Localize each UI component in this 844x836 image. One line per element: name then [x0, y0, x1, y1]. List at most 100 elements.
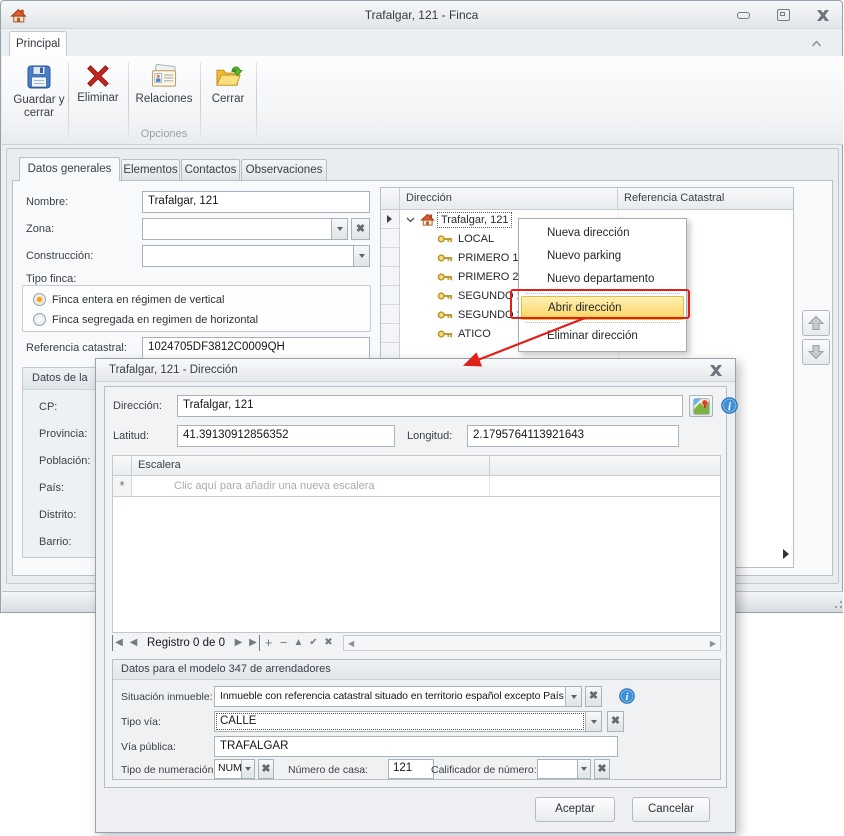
menu-item-nuevo-parking[interactable]: Nuevo parking [521, 245, 684, 268]
close-button[interactable] [814, 8, 832, 22]
direccion-input[interactable]: Trafalgar, 121 [177, 395, 683, 417]
accept-button[interactable]: Aceptar [535, 797, 615, 822]
tipo-via-dropdown-icon[interactable] [585, 712, 601, 731]
column-referencia-catastral[interactable]: Referencia Catastral [618, 188, 793, 209]
cancel-button[interactable]: Cancelar [632, 797, 710, 822]
ribbon-collapse-chevron-icon[interactable] [808, 37, 824, 50]
situacion-dropdown-icon[interactable] [565, 687, 581, 706]
nombre-input[interactable]: Trafalgar, 121 [142, 191, 370, 213]
zona-combo[interactable] [142, 218, 348, 240]
column-escalera[interactable]: Escalera [132, 456, 490, 475]
dialog-close-button[interactable] [709, 364, 723, 376]
tree-header: Dirección Referencia Catastral [381, 188, 793, 210]
column-direccion[interactable]: Dirección [400, 188, 618, 209]
construccion-label: Construcción: [26, 250, 93, 262]
nav-last-button[interactable]: ▶ [247, 635, 260, 651]
ribbon-toolbar: Guardar y cerrar Eliminar Relaciones Cer… [2, 56, 843, 145]
tree-child-row[interactable]: PRIMERO 2 [400, 267, 519, 286]
calificador-combo[interactable] [537, 759, 591, 779]
minimize-button[interactable] [734, 8, 752, 22]
tipo-via-combo[interactable]: CALLE [214, 711, 602, 732]
construccion-combo[interactable] [142, 245, 370, 267]
resize-grip[interactable] [835, 606, 837, 608]
new-row-placeholder[interactable]: Clic aquí para añadir una nueva escalera [132, 476, 490, 496]
nav-add-button[interactable]: + [262, 635, 275, 651]
move-down-button[interactable] [802, 339, 830, 365]
tipo-numeracion-combo[interactable]: NUM [214, 759, 255, 779]
tipo-numeracion-dropdown-icon[interactable] [241, 760, 254, 778]
ribbon-tab-principal[interactable]: Principal [9, 31, 67, 57]
construccion-dropdown-icon[interactable] [353, 246, 369, 266]
direccion-label: Dirección: [113, 400, 162, 412]
window-title: Trafalgar, 121 - Finca [1, 1, 842, 29]
key-icon [437, 272, 454, 282]
map-button[interactable] [689, 395, 713, 417]
tipo-via-label: Tipo vía: [121, 716, 161, 728]
tree-root-row[interactable]: Trafalgar, 121 [400, 210, 511, 229]
tipo-finca-label: Tipo finca: [26, 273, 76, 285]
longitud-input[interactable]: 2.1795764113921643 [467, 425, 679, 447]
grid-new-row[interactable]: * Clic aquí para añadir una nueva escale… [113, 476, 720, 497]
tree-child-row[interactable]: PRIMERO 1 [400, 248, 519, 267]
calificador-clear-button[interactable]: ✖ [594, 759, 610, 779]
situacion-clear-button[interactable]: ✖ [585, 686, 602, 707]
calificador-dropdown-icon[interactable] [577, 760, 590, 778]
zona-dropdown-icon[interactable] [331, 219, 347, 239]
tree-scroll-right-icon[interactable] [783, 549, 789, 559]
key-icon [437, 291, 454, 301]
scroll-right-icon[interactable]: ▶ [710, 639, 716, 648]
tipo-numeracion-clear-button[interactable]: ✖ [258, 759, 274, 779]
radio-finca-vertical[interactable]: Finca entera en régimen de vertical [33, 293, 224, 306]
menu-item-nuevo-departamento[interactable]: Nuevo departamento [521, 268, 684, 291]
ref-catastral-input[interactable]: 1024705DF3812C0009QH [142, 337, 370, 359]
nav-first-button[interactable]: ◀ [112, 635, 125, 651]
tab-elementos[interactable]: Elementos [121, 159, 180, 181]
escalera-grid-header: Escalera [113, 456, 720, 476]
info-icon[interactable]: i [721, 397, 738, 414]
info-icon[interactable]: i [619, 688, 635, 704]
delete-button[interactable]: Eliminar [72, 60, 124, 128]
tree-root-label[interactable]: Trafalgar, 121 [438, 213, 511, 227]
provincia-label: Provincia: [39, 428, 87, 440]
dialog-title: Trafalgar, 121 - Dirección [109, 359, 238, 381]
latitud-input[interactable]: 41.39130912856352 [177, 425, 395, 447]
distrito-label: Distrito: [39, 509, 76, 521]
tab-contactos[interactable]: Contactos [181, 159, 240, 181]
menu-item-nueva-direccion[interactable]: Nueva dirección [521, 222, 684, 245]
expand-chevron-icon[interactable] [406, 217, 415, 223]
ribbon-group-label: Opciones [128, 128, 200, 140]
new-row-marker-icon: * [113, 476, 132, 496]
radio-finca-horizontal[interactable]: Finca segregada en regimen de horizontal [33, 313, 258, 326]
close-form-button[interactable]: Cerrar [204, 60, 252, 128]
maximize-button[interactable] [774, 8, 792, 22]
via-publica-input[interactable]: TRAFALGAR [214, 736, 618, 757]
grid-horizontal-scrollbar[interactable]: ◀ ▶ [343, 635, 721, 651]
nav-next-button[interactable]: ▶ [232, 635, 245, 651]
situacion-label: Situación inmueble: [121, 691, 213, 703]
tipo-via-clear-button[interactable]: ✖ [607, 711, 624, 732]
save-and-close-button[interactable]: Guardar y cerrar [10, 60, 68, 128]
nombre-label: Nombre: [26, 196, 68, 208]
nav-remove-button[interactable]: − [277, 635, 290, 651]
dialog-main-panel: Dirección: Trafalgar, 121 i Latitud: 41.… [104, 386, 727, 788]
move-up-button[interactable] [802, 310, 830, 336]
pais-label: País: [39, 482, 64, 494]
numero-casa-input[interactable]: 121 [388, 759, 434, 779]
tab-observaciones[interactable]: Observaciones [241, 159, 327, 181]
relations-button[interactable]: Relaciones [132, 60, 196, 128]
nav-cancel-button[interactable]: ✖ [322, 635, 335, 651]
tipo-finca-group: Finca entera en régimen de vertical Finc… [22, 285, 371, 332]
escalera-grid: Escalera * Clic aquí para añadir una nue… [112, 455, 721, 633]
tab-datos-generales[interactable]: Datos generales [19, 157, 120, 181]
nav-edit-button[interactable]: ▲ [292, 635, 305, 651]
situacion-combo[interactable]: Inmueble con referencia catastral situad… [214, 686, 582, 707]
modelo-347-group: Datos para el modelo 347 de arrendadores… [112, 659, 721, 780]
tree-child-row[interactable]: LOCAL [400, 229, 494, 248]
svg-text:i: i [626, 692, 629, 703]
scroll-left-icon[interactable]: ◀ [348, 639, 354, 648]
nav-post-button[interactable]: ✔ [307, 635, 320, 651]
longitud-label: Longitud: [407, 430, 452, 442]
zona-clear-button[interactable]: ✖ [351, 218, 370, 240]
nav-prev-button[interactable]: ◀ [127, 635, 140, 651]
radio-unselected-icon [33, 313, 46, 326]
